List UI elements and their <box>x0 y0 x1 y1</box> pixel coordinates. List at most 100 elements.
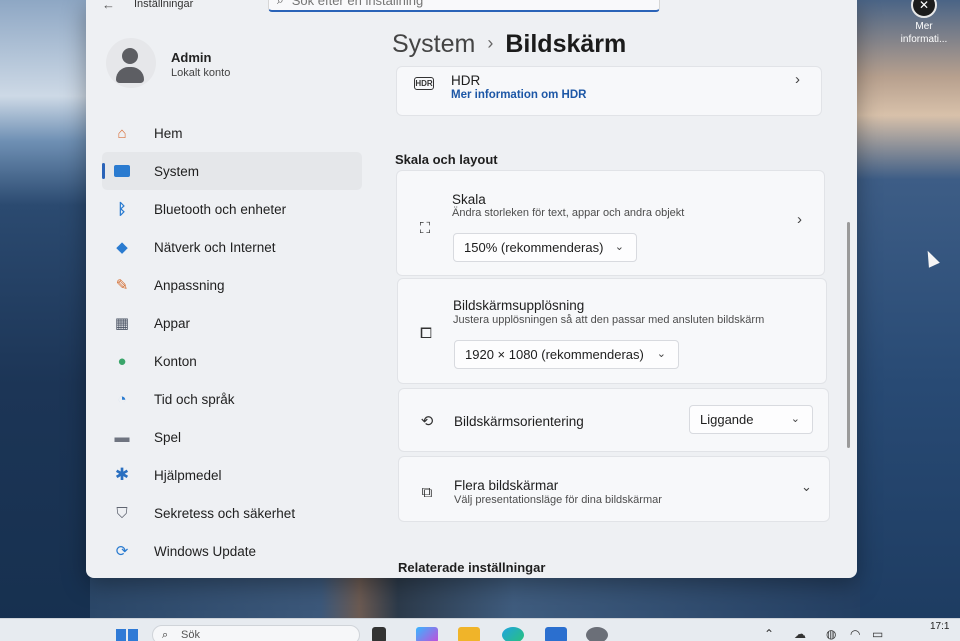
sidebar-item-apps[interactable]: ▦ Appar <box>102 304 362 342</box>
sidebar-item-label: Sekretess och säkerhet <box>154 505 296 521</box>
back-arrow-icon[interactable]: ← <box>102 0 115 12</box>
chevron-down-icon: ⌄ <box>790 413 800 425</box>
apps-icon: ▦ <box>114 315 130 332</box>
sidebar-item-accessibility[interactable]: ✱ Hjälpmedel <box>102 456 362 494</box>
section-related-settings-title: Relaterade inställningar <box>398 560 546 575</box>
scale-icon: ⛶ <box>419 219 431 237</box>
hdr-more-info-link[interactable]: Mer information om HDR <box>451 89 586 101</box>
sidebar-item-label: Appar <box>154 315 191 331</box>
chevron-right-icon: › <box>797 211 802 228</box>
settings-search-box[interactable]: ⌕ <box>268 0 660 12</box>
taskbar: ⌕ Sök ⌃ ☁ ◍ ◠ ▭ 17:1 <box>0 618 960 641</box>
search-input[interactable] <box>291 0 622 8</box>
battery-icon[interactable]: ▭ <box>872 627 883 641</box>
avatar <box>106 38 156 88</box>
edge-icon[interactable] <box>502 627 524 641</box>
taskbar-search[interactable]: ⌕ Sök <box>152 625 360 641</box>
sidebar-item-windows-update[interactable]: ⟳ Windows Update <box>102 532 362 570</box>
desktop-shortcut-label-2: informati... <box>900 34 948 45</box>
search-icon: ⌕ <box>162 629 169 641</box>
sidebar-item-network[interactable]: ◆ Nätverk och Internet <box>102 228 362 266</box>
search-icon: ⌕ <box>277 0 284 7</box>
orientation-title: Bildskärmsorientering <box>454 414 584 429</box>
sidebar-nav: ⌂ Hem System ᛒ Bluetooth och enheter ◆ N… <box>102 114 362 570</box>
file-explorer-icon[interactable] <box>458 627 480 641</box>
system-icon <box>112 161 132 181</box>
breadcrumb-separator-icon: › <box>487 33 494 53</box>
wifi-status-icon[interactable]: ◠ <box>850 627 860 641</box>
store-icon[interactable] <box>545 627 567 641</box>
taskview-icon[interactable] <box>372 627 386 641</box>
chevron-down-icon: ⌄ <box>656 348 666 360</box>
sidebar-item-home[interactable]: ⌂ Hem <box>102 114 362 152</box>
breadcrumb-parent[interactable]: System <box>392 30 475 58</box>
user-name: Admin <box>171 50 212 65</box>
user-account-type: Lokalt konto <box>171 67 231 79</box>
chevron-up-icon[interactable]: ⌃ <box>764 627 774 641</box>
scrollbar[interactable] <box>847 222 850 448</box>
multiple-displays-title: Flera bildskärmar <box>454 478 559 493</box>
scale-subtitle: Ändra storleken för text, appar och andr… <box>452 207 685 219</box>
sidebar-item-label: Spel <box>154 429 182 445</box>
page-title: Bildskärm <box>505 30 627 58</box>
brush-icon: ✎ <box>115 277 129 294</box>
globe-icon[interactable]: ◍ <box>826 627 836 641</box>
accounts-icon: ● <box>117 352 127 370</box>
desktop-wallpaper-bottom <box>90 578 860 618</box>
start-button[interactable] <box>116 629 138 641</box>
sidebar-item-label: Tid och språk <box>154 391 235 407</box>
sidebar-item-label: Anpassning <box>154 277 225 293</box>
taskbar-search-placeholder: Sök <box>181 629 200 641</box>
resolution-icon: ⧠ <box>419 324 432 342</box>
orientation-card: ⟲ Bildskärmsorientering Liggande ⌄ <box>398 388 829 452</box>
scale-card[interactable]: ⛶ Skala Ändra storleken för text, appar … <box>396 170 825 276</box>
resolution-title: Bildskärmsupplösning <box>453 298 585 313</box>
multiple-displays-subtitle: Välj presentationsläge för dina bildskär… <box>454 494 662 506</box>
copilot-icon[interactable] <box>416 627 438 641</box>
sidebar-item-accounts[interactable]: ● Konton <box>102 342 362 380</box>
sidebar-item-label: Bluetooth och enheter <box>154 201 287 217</box>
desktop-shortcut-more-info[interactable]: ✕ Mer informati... <box>896 0 952 46</box>
desktop-wallpaper-left <box>0 0 90 641</box>
breadcrumb: System › Bildskärm <box>392 30 626 59</box>
sidebar-item-personalization[interactable]: ✎ Anpassning <box>102 266 362 304</box>
sidebar-item-gaming[interactable]: ▬ Spel <box>102 418 362 456</box>
info-shortcut-icon: ✕ <box>911 0 937 18</box>
settings-window: ← Inställningar ⌕ Admin Lokalt konto ⌂ H… <box>86 0 857 578</box>
avatar-head <box>122 48 138 64</box>
sidebar-item-time-language[interactable]: ◔ Tid och språk <box>102 380 362 418</box>
globe-clock-icon: ◔ <box>117 390 127 408</box>
bluetooth-icon: ᛒ <box>117 200 127 218</box>
sidebar-item-system[interactable]: System <box>102 152 362 190</box>
orientation-icon: ⟲ <box>420 413 434 430</box>
desktop-wallpaper-right <box>850 0 960 641</box>
resolution-subtitle: Justera upplösningen så att den passar m… <box>453 314 765 326</box>
scale-dropdown-value: 150% (rekommenderas) <box>464 240 604 255</box>
scale-dropdown[interactable]: 150% (rekommenderas) ⌄ <box>453 233 637 262</box>
accessibility-icon: ✱ <box>114 465 130 484</box>
chevron-right-icon: › <box>795 71 800 88</box>
resolution-dropdown[interactable]: 1920 × 1080 (rekommenderas) ⌄ <box>454 340 679 369</box>
app-title: Inställningar <box>134 0 194 10</box>
hdr-title: HDR <box>451 73 481 88</box>
home-icon: ⌂ <box>117 124 127 142</box>
sidebar-item-privacy-security[interactable]: ⛉ Sekretess och säkerhet <box>102 494 362 532</box>
multiple-displays-card[interactable]: ⧉ Flera bildskärmar Välj presentationslä… <box>398 456 830 522</box>
sidebar-item-bluetooth[interactable]: ᛒ Bluetooth och enheter <box>102 190 362 228</box>
shield-icon: ⛉ <box>116 504 128 522</box>
desktop-shortcut-label-1: Mer <box>915 21 933 32</box>
update-icon: ⟳ <box>115 543 129 560</box>
sidebar-item-label: Hem <box>154 125 183 141</box>
resolution-dropdown-value: 1920 × 1080 (rekommenderas) <box>465 347 644 362</box>
orientation-dropdown[interactable]: Liggande ⌄ <box>689 405 813 434</box>
hdr-icon: HDR <box>414 77 434 90</box>
settings-app-icon[interactable] <box>586 627 608 641</box>
orientation-dropdown-value: Liggande <box>700 412 754 427</box>
hdr-card[interactable]: HDR HDR Mer information om HDR › <box>396 66 822 116</box>
resolution-card[interactable]: ⧠ Bildskärmsupplösning Justera upplösnin… <box>397 278 827 384</box>
clock[interactable]: 17:1 <box>930 621 949 633</box>
chevron-down-icon: ⌄ <box>801 479 812 494</box>
onedrive-icon[interactable]: ☁ <box>794 627 806 641</box>
sidebar-item-label: System <box>154 163 200 179</box>
section-scale-layout-title: Skala och layout <box>395 152 498 167</box>
